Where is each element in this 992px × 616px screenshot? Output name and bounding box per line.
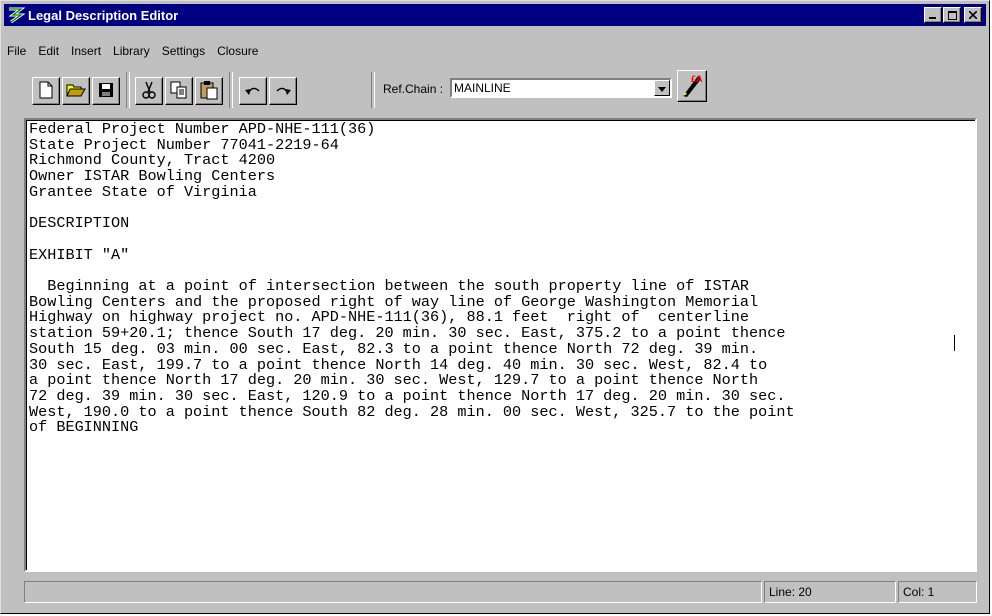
editor-text[interactable]: Federal Project Number APD-NHE-111(36) S… <box>26 120 975 436</box>
app-logo-icon <box>6 5 26 25</box>
toolbar-separator <box>126 72 130 108</box>
toolbar-separator <box>371 72 375 108</box>
cut-icon <box>142 81 156 102</box>
toolbar-separator <box>229 72 233 108</box>
save-button[interactable] <box>92 77 120 105</box>
menu-closure[interactable]: Closure <box>211 42 264 60</box>
status-message-pane <box>24 581 762 603</box>
status-bar: Line: 20 Col: 1 <box>24 581 977 603</box>
menu-file[interactable]: File <box>7 42 32 60</box>
save-icon <box>98 82 114 101</box>
undo-icon <box>244 84 262 99</box>
close-button[interactable] <box>964 7 982 23</box>
redo-icon <box>274 84 292 99</box>
undo-button[interactable] <box>239 77 267 105</box>
text-caret <box>954 335 955 351</box>
status-col: Col: 1 <box>898 581 977 603</box>
paste-button[interactable] <box>195 77 223 105</box>
menu-settings[interactable]: Settings <box>156 42 211 60</box>
cut-button[interactable] <box>135 77 163 105</box>
new-file-icon <box>38 81 54 102</box>
chevron-down-icon <box>658 80 666 96</box>
ref-chain-value: MAINLINE <box>454 81 511 95</box>
new-file-button[interactable] <box>32 77 60 105</box>
description-editor[interactable]: Federal Project Number APD-NHE-111(36) S… <box>24 118 977 572</box>
ref-chain-select[interactable]: MAINLINE <box>450 78 672 98</box>
status-line: Line: 20 <box>764 581 896 603</box>
menu-edit[interactable]: Edit <box>32 42 65 60</box>
title-bar[interactable]: Legal Description Editor <box>4 4 986 26</box>
pen-run-icon: £A <box>680 72 704 101</box>
window-title: Legal Description Editor <box>28 7 179 23</box>
copy-icon <box>170 81 188 102</box>
redo-button[interactable] <box>269 77 297 105</box>
maximize-button[interactable] <box>943 7 961 23</box>
copy-button[interactable] <box>165 77 193 105</box>
menu-library[interactable]: Library <box>107 42 156 60</box>
paste-icon <box>200 80 218 103</box>
open-folder-icon <box>66 82 86 101</box>
menu-bar: File Edit Insert Library Settings Closur… <box>7 42 264 60</box>
app-window: Legal Description Editor File Edit Inser… <box>0 0 990 614</box>
menu-insert[interactable]: Insert <box>65 42 107 60</box>
toolbar: Ref.Chain : MAINLINE £A <box>7 68 977 108</box>
open-button[interactable] <box>62 77 90 105</box>
svg-text:£A: £A <box>691 74 703 84</box>
minimize-button[interactable] <box>924 7 942 23</box>
ref-chain-dropdown-button[interactable] <box>654 80 670 96</box>
run-closure-button[interactable]: £A <box>677 70 707 102</box>
ref-chain-label: Ref.Chain : <box>383 82 444 96</box>
